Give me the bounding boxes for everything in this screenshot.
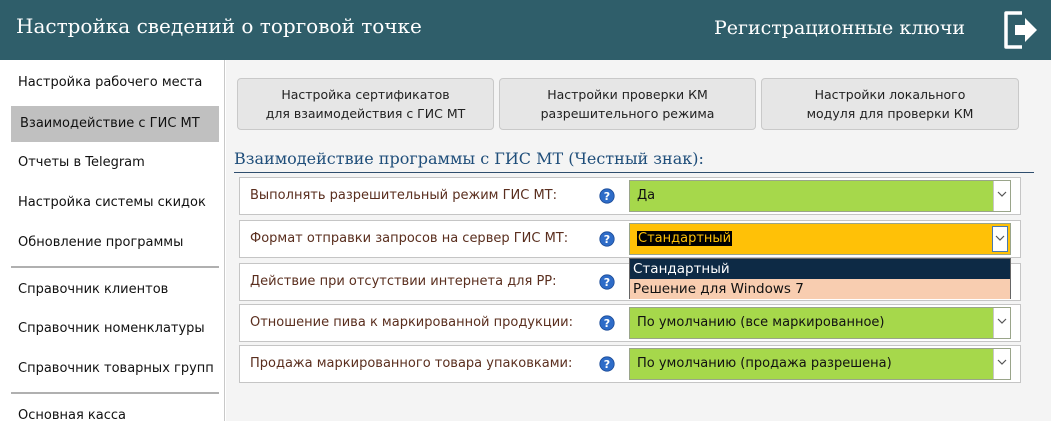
chevron-down-icon <box>997 359 1007 365</box>
sidebar-divider <box>11 392 219 394</box>
tab-label-line: Настройка сертификатов <box>281 87 450 102</box>
setting-row-permissive-mode: Выполнять разрешительный режим ГИС МТ: ?… <box>239 177 1021 215</box>
setting-label: Действие при отсутствии интернета для РР… <box>250 274 557 289</box>
tab-local-module[interactable]: Настройки локального модуля для проверки … <box>761 78 1019 130</box>
page-title: Настройка сведений о торговой точке <box>16 14 422 38</box>
sidebar-item-clients[interactable]: Справочник клиентов <box>11 272 219 308</box>
select-value: Да <box>637 188 656 203</box>
dropdown-button[interactable] <box>993 308 1010 338</box>
dropdown-option-standard[interactable]: Стандартный <box>630 259 1010 279</box>
sidebar-item-workplace[interactable]: Настройка рабочего места <box>11 65 219 101</box>
svg-text:?: ? <box>604 276 610 289</box>
request-format-select[interactable]: Стандартный <box>629 223 1011 255</box>
sidebar-item-main-cash[interactable]: Основная касса <box>11 398 219 421</box>
tab-label-line: Настройки локального <box>814 87 966 102</box>
dropdown-option-windows7[interactable]: Решение для Windows 7 <box>630 279 1010 299</box>
permissive-mode-select[interactable]: Да <box>629 180 1011 212</box>
svg-text:?: ? <box>604 317 610 330</box>
sidebar-item-gis-mt[interactable]: Взаимодействие с ГИС МТ <box>11 106 219 142</box>
svg-text:?: ? <box>604 358 610 371</box>
setting-row-beer: Отношение пива к маркированной продукции… <box>239 304 1021 342</box>
chevron-down-icon <box>995 235 1005 241</box>
select-value: Стандартный <box>637 231 733 246</box>
svg-text:?: ? <box>604 190 610 203</box>
setting-label: Продажа маркированного товара упаковками… <box>250 356 573 371</box>
dropdown-button[interactable] <box>993 181 1010 211</box>
tab-label-line: Настройки проверки КМ <box>547 87 708 102</box>
sidebar-item-discounts[interactable]: Настройка системы скидок <box>11 185 219 221</box>
tab-km-check[interactable]: Настройки проверки КМ разрешительного реж… <box>499 78 756 130</box>
setting-label: Отношение пива к маркированной продукции… <box>250 315 573 330</box>
help-icon[interactable]: ? <box>599 356 615 372</box>
beer-marking-select[interactable]: По умолчанию (все маркированное) <box>629 307 1011 339</box>
main-panel: Настройка сертификатов для взаимодействия… <box>226 60 1051 421</box>
sidebar-divider <box>11 266 219 268</box>
setting-label: Формат отправки запросов на сервер ГИС М… <box>250 231 569 246</box>
tab-label-line: для взаимодействия с ГИС МТ <box>265 106 466 121</box>
svg-text:?: ? <box>604 233 610 246</box>
packaging-sale-select[interactable]: По умолчанию (продажа разрешена) <box>629 348 1011 380</box>
help-icon[interactable]: ? <box>599 274 615 290</box>
sidebar-item-product-groups[interactable]: Справочник товарных групп <box>11 351 219 387</box>
exit-door-icon <box>1004 11 1037 49</box>
exit-button[interactable] <box>1000 9 1040 51</box>
section-title: Взаимодействие программы с ГИС МТ (Честн… <box>234 149 704 168</box>
select-value: По умолчанию (продажа разрешена) <box>637 356 892 371</box>
help-icon[interactable]: ? <box>599 231 615 247</box>
sidebar: Настройка рабочего места Взаимодействие … <box>0 60 225 421</box>
section-divider <box>234 172 1034 173</box>
chevron-down-icon <box>997 318 1007 324</box>
setting-row-packaging: Продажа маркированного товара упаковками… <box>239 345 1021 383</box>
tab-label-line: разрешительного режима <box>540 106 715 121</box>
app-header: Настройка сведений о торговой точке Реги… <box>0 0 1051 60</box>
setting-row-request-format: Формат отправки запросов на сервер ГИС М… <box>239 220 1021 258</box>
help-icon[interactable]: ? <box>599 188 615 204</box>
chevron-down-icon <box>997 191 1007 197</box>
select-value: По умолчанию (все маркированное) <box>637 315 885 330</box>
sidebar-item-update[interactable]: Обновление программы <box>11 225 219 261</box>
registration-keys-link[interactable]: Регистрационные ключи <box>714 17 965 39</box>
sidebar-item-telegram[interactable]: Отчеты в Telegram <box>11 145 219 181</box>
tab-certificates[interactable]: Настройка сертификатов для взаимодействия… <box>237 78 494 130</box>
help-icon[interactable]: ? <box>599 315 615 331</box>
setting-label: Выполнять разрешительный режим ГИС МТ: <box>250 188 557 203</box>
tab-label-line: модуля для проверки КМ <box>806 106 974 121</box>
sidebar-item-nomenclature[interactable]: Справочник номенклатуры <box>11 311 219 347</box>
dropdown-button[interactable] <box>993 349 1010 379</box>
request-format-dropdown-list: Стандартный Решение для Windows 7 <box>629 258 1011 299</box>
dropdown-button[interactable] <box>992 226 1008 252</box>
